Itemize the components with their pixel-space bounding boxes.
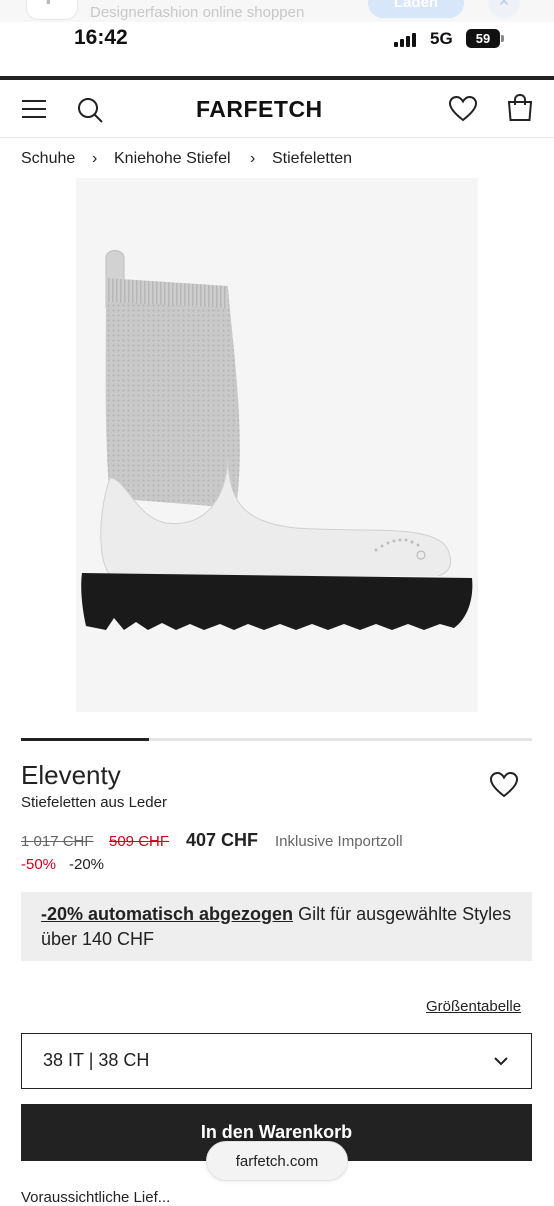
battery-tip	[501, 35, 504, 42]
gallery-progress	[21, 738, 532, 741]
promo-box: -20% automatisch abgezogen Gilt für ausg…	[21, 892, 532, 961]
sale-discount: -50%	[21, 856, 57, 873]
status-bar: 16:42 5G 59	[0, 22, 554, 56]
size-guide-link[interactable]: Größentabelle	[426, 998, 521, 1015]
product-image[interactable]	[76, 178, 478, 712]
menu-icon[interactable]	[22, 98, 46, 120]
final-price: 407 CHF	[186, 830, 259, 850]
chevron-down-icon	[494, 1057, 508, 1066]
battery-icon: 59	[466, 29, 500, 48]
price-import-note: Inklusive Importzoll	[275, 833, 403, 850]
product-brand[interactable]: Eleventy	[21, 760, 121, 791]
search-icon[interactable]	[76, 96, 104, 124]
delivery-info-text: Voraussichtliche Lief...	[21, 1189, 171, 1206]
wishlist-heart-icon[interactable]	[448, 95, 478, 123]
shopping-bag-icon[interactable]	[505, 93, 535, 123]
status-time: 16:42	[74, 26, 128, 49]
battery-level: 59	[475, 31, 491, 46]
app-icon-letters: F	[45, 0, 58, 10]
farfetch-app-icon: F	[26, 0, 78, 20]
boot-illustration	[81, 250, 473, 630]
promo-link[interactable]: -20% automatisch abgezogen	[41, 904, 293, 924]
app-load-button[interactable]: Laden	[368, 0, 464, 18]
extra-discount: -20%	[69, 856, 105, 873]
site-header: FARFETCH	[0, 80, 554, 138]
size-select-value: 38 IT | 38 CH	[43, 1050, 150, 1070]
breadcrumb-item-kniehohe-stiefel[interactable]: Kniehohe Stiefel	[114, 150, 231, 168]
breadcrumb-separator: ›	[250, 150, 256, 167]
url-bar[interactable]: farfetch.com	[206, 1141, 348, 1181]
original-price: 1 017 CHF	[21, 833, 94, 850]
gallery-progress-fill	[21, 738, 149, 741]
farfetch-logo[interactable]: FARFETCH	[196, 96, 323, 123]
breadcrumb-item-schuhe[interactable]: Schuhe	[21, 150, 75, 168]
breadcrumb-item-stiefeletten[interactable]: Stiefeletten	[272, 150, 352, 168]
signal-icon	[394, 33, 418, 47]
banner-close-icon[interactable]: ×	[488, 0, 520, 18]
size-select[interactable]: 38 IT | 38 CH	[21, 1033, 532, 1089]
add-to-wishlist-heart-icon[interactable]	[489, 771, 519, 799]
app-banner-text: Designerfashion online shoppen	[90, 4, 305, 21]
product-description: Stiefeletten aus Leder	[21, 794, 167, 811]
network-label: 5G	[430, 29, 453, 48]
app-banner: F Designerfashion online shoppen Laden ×	[0, 0, 554, 22]
breadcrumb-separator: ›	[92, 150, 98, 167]
sale-price: 509 CHF	[109, 833, 170, 850]
